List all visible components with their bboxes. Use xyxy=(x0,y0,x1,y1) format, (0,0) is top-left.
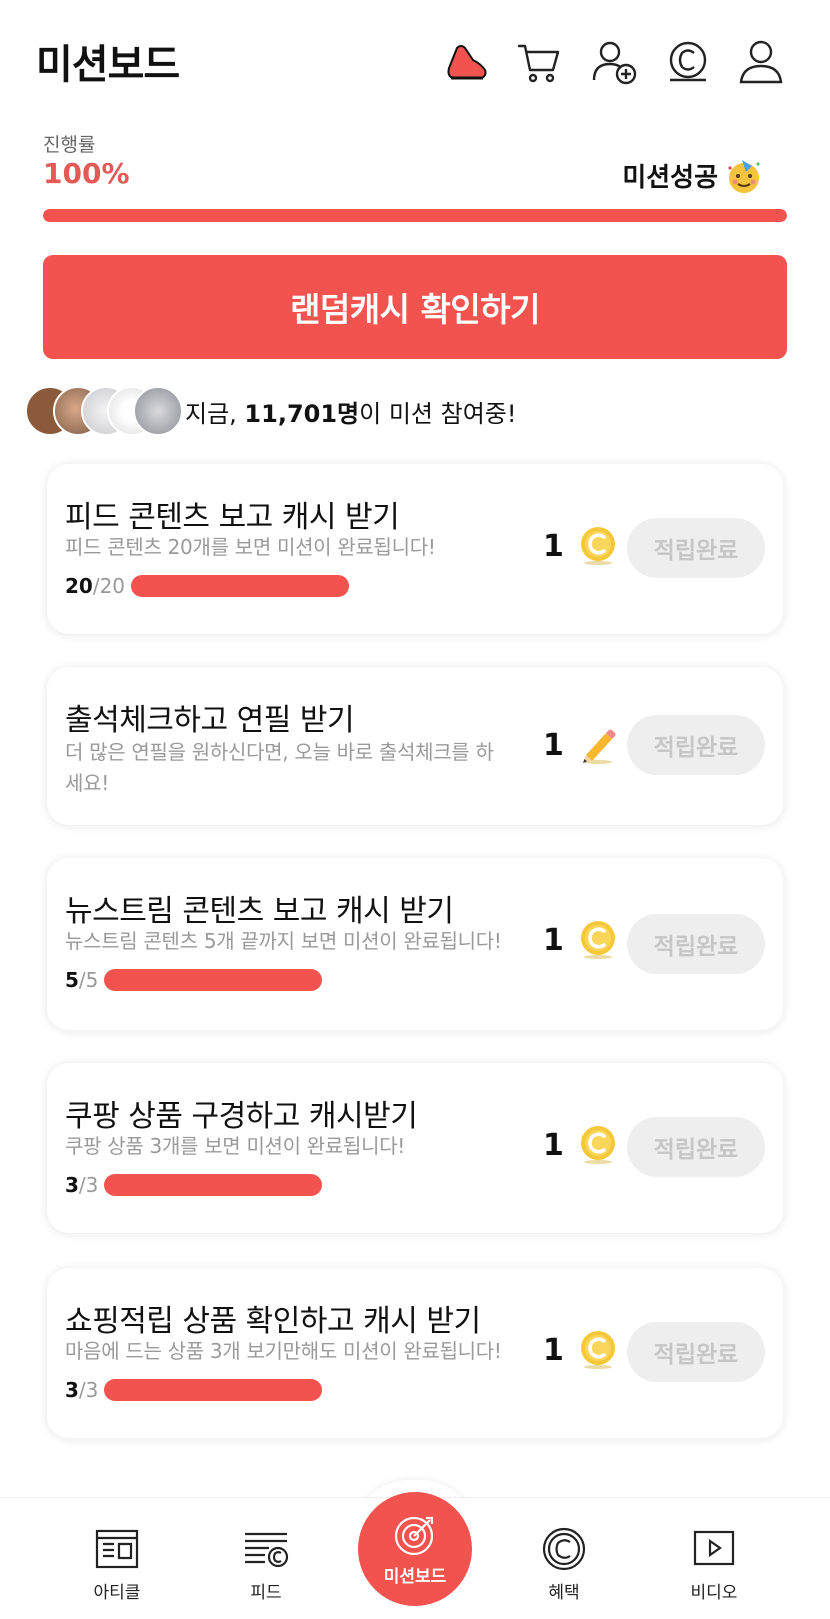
reward-amount: 1 xyxy=(543,922,564,958)
mission-card[interactable]: 뉴스트림 콘텐츠 보고 캐시 받기 뉴스트림 콘텐츠 5개 끝까지 보면 미션이… xyxy=(47,858,783,1030)
mission-desc: 마음에 드는 상품 3개 보기만해도 미션이 완료됩니다! xyxy=(65,1339,502,1363)
mission-count: 3/3 xyxy=(65,1378,323,1402)
coin-icon xyxy=(580,1126,615,1164)
mission-reward: 1 xyxy=(543,1125,618,1165)
feed-icon xyxy=(245,1532,289,1568)
mission-desc: 피드 콘텐츠 20개를 보면 미션이 완료됩니다! xyxy=(65,535,436,559)
mission-count-total: /3 xyxy=(78,1378,99,1402)
benefit-coin-icon xyxy=(542,1527,586,1571)
progress-bar xyxy=(43,209,787,222)
progress-label: 진행률 xyxy=(43,134,96,156)
mission-reward: 1 xyxy=(543,1330,618,1370)
participant-avatars xyxy=(25,386,183,436)
nav-label: 혜택 xyxy=(548,1583,580,1603)
participants-suffix: 이 미션 참여중! xyxy=(359,399,517,428)
reward-amount: 1 xyxy=(543,727,564,763)
mission-count: 5/5 xyxy=(65,968,323,992)
mission-count-done: 20 xyxy=(65,574,93,598)
nav-label: 피드 xyxy=(250,1583,282,1603)
mission-title: 뉴스트림 콘텐츠 보고 캐시 받기 xyxy=(65,894,454,929)
mission-card[interactable]: 출석체크하고 연필 받기 더 많은 연필을 원하신다면, 오늘 바로 출석체크를… xyxy=(47,667,783,825)
target-icon xyxy=(394,1516,434,1555)
mission-card[interactable]: 쇼핑적립 상품 확인하고 캐시 받기 마음에 드는 상품 3개 보기만해도 미션… xyxy=(47,1268,783,1438)
mission-status-text: 미션성공 xyxy=(622,163,718,193)
coin-icon xyxy=(580,1331,615,1369)
nav-label: 비디오 xyxy=(690,1583,738,1603)
mission-desc: 쿠팡 상품 3개를 보면 미션이 완료됩니다! xyxy=(65,1134,406,1158)
claimed-button[interactable]: 적립완료 xyxy=(627,715,765,775)
nav-item-benefit[interactable]: 혜택 xyxy=(504,1526,624,1603)
page-title: 미션보드 xyxy=(36,42,180,88)
nav-label: 아티클 xyxy=(93,1583,141,1603)
mission-count-total: /5 xyxy=(78,968,99,992)
video-icon xyxy=(693,1530,735,1566)
coin-icon xyxy=(580,527,615,565)
coin-icon xyxy=(580,921,615,959)
header: 미션보드 xyxy=(0,0,830,120)
progress-value: 100% xyxy=(43,157,130,190)
nav-item-video[interactable]: 비디오 xyxy=(654,1526,774,1603)
sneaker-icon[interactable] xyxy=(443,38,491,86)
nav-label: 미션보드 xyxy=(383,1566,447,1587)
claimed-button[interactable]: 적립완료 xyxy=(627,914,765,974)
claimed-button[interactable]: 적립완료 xyxy=(627,518,765,578)
random-cash-button[interactable]: 랜덤캐시 확인하기 xyxy=(43,255,787,359)
mission-progress-bar xyxy=(104,1379,323,1401)
add-friend-icon[interactable] xyxy=(590,38,638,86)
mission-status: 미션성공 xyxy=(622,157,762,194)
reward-amount: 1 xyxy=(543,528,564,564)
participants-count: 11,701명 xyxy=(244,399,360,428)
mission-count-total: /20 xyxy=(92,574,126,598)
cash-coin-icon[interactable] xyxy=(664,38,712,86)
reward-amount: 1 xyxy=(543,1332,564,1368)
pencil-icon xyxy=(582,729,616,764)
participants-prefix: 지금, xyxy=(185,399,245,428)
mission-reward: 1 xyxy=(543,725,618,765)
mission-count-done: 5 xyxy=(65,968,79,992)
mission-reward: 1 xyxy=(543,920,618,960)
mission-title: 쿠팡 상품 구경하고 캐시받기 xyxy=(65,1099,418,1134)
claimed-button[interactable]: 적립완료 xyxy=(627,1117,765,1177)
nav-item-missionboard[interactable]: 미션보드 xyxy=(358,1492,472,1606)
mission-count-done: 3 xyxy=(65,1378,79,1402)
mission-title: 피드 콘텐츠 보고 캐시 받기 xyxy=(65,500,400,535)
mission-count: 20/20 xyxy=(65,574,350,598)
mission-progress-bar xyxy=(104,1174,323,1196)
party-face-icon xyxy=(728,159,760,193)
mission-progress-bar xyxy=(104,969,323,991)
mission-count: 3/3 xyxy=(65,1173,323,1197)
mission-title: 출석체크하고 연필 받기 xyxy=(65,703,355,738)
progress-fill xyxy=(43,209,787,222)
nav-item-feed[interactable]: 피드 xyxy=(206,1526,326,1603)
mission-reward: 1 xyxy=(543,526,618,566)
mission-progress-bar xyxy=(131,575,350,597)
mission-count-total: /3 xyxy=(78,1173,99,1197)
mission-card[interactable]: 피드 콘텐츠 보고 캐시 받기 피드 콘텐츠 20개를 보면 미션이 완료됩니다… xyxy=(47,464,783,634)
mission-title: 쇼핑적립 상품 확인하고 캐시 받기 xyxy=(65,1304,481,1339)
mission-count-done: 3 xyxy=(65,1173,79,1197)
mission-desc: 더 많은 연필을 원하신다면, 오늘 바로 출석체크를 하세요! xyxy=(65,740,494,795)
article-icon xyxy=(95,1529,139,1569)
claimed-button[interactable]: 적립완료 xyxy=(627,1322,765,1382)
mission-card[interactable]: 쿠팡 상품 구경하고 캐시받기 쿠팡 상품 3개를 보면 미션이 완료됩니다! … xyxy=(47,1063,783,1233)
nav-item-article[interactable]: 아티클 xyxy=(57,1526,177,1603)
participants-row: 지금, 11,701명이 미션 참여중! xyxy=(25,386,516,436)
cart-icon[interactable] xyxy=(515,38,563,86)
profile-icon[interactable] xyxy=(737,38,785,86)
mission-desc: 뉴스트림 콘텐츠 5개 끝까지 보면 미션이 완료됩니다! xyxy=(65,929,502,953)
reward-amount: 1 xyxy=(543,1127,564,1163)
avatar xyxy=(133,386,183,436)
participants-text: 지금, 11,701명이 미션 참여중! xyxy=(185,394,516,429)
